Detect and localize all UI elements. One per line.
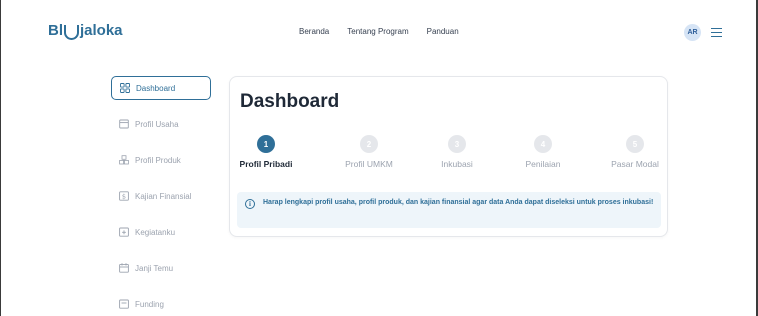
- step-number: 2: [360, 135, 378, 153]
- step-number: 3: [448, 135, 466, 153]
- step-number: 1: [257, 135, 275, 153]
- top-navbar: Bl jaloka Beranda Tentang Program Pandua…: [1, 0, 756, 62]
- sidebar-item-kegiatanku[interactable]: Kegiatanku: [111, 220, 211, 244]
- dollar-icon: $: [119, 191, 129, 201]
- svg-text:$: $: [122, 193, 126, 201]
- nav-beranda[interactable]: Beranda: [299, 27, 329, 36]
- step-label: Inkubasi: [441, 159, 473, 169]
- step-label: Pasar Modal: [611, 159, 659, 169]
- sidebar-item-funding[interactable]: Funding: [111, 292, 211, 316]
- sidebar-item-profil-produk[interactable]: Profil Produk: [111, 148, 211, 172]
- funding-icon: [119, 299, 129, 309]
- step-profil-pribadi[interactable]: 1 Profil Pribadi: [238, 135, 294, 169]
- sidebar-item-label: Profil Usaha: [135, 119, 179, 129]
- sidebar-item-label: Janji Temu: [135, 263, 174, 273]
- logo-mark-icon: [64, 25, 79, 40]
- sidebar-item-kajian-finansial[interactable]: $ Kajian Finansial: [111, 184, 211, 208]
- boxes-icon: [119, 155, 129, 165]
- calendar-plus-icon: [119, 227, 129, 237]
- step-penilaian[interactable]: 4 Penilaian: [521, 135, 565, 169]
- user-avatar[interactable]: AR: [684, 24, 701, 41]
- step-label: Penilaian: [525, 159, 561, 169]
- calendar-icon: [119, 263, 129, 273]
- step-number: 5: [626, 135, 644, 153]
- step-label: Profil UMKM: [345, 159, 393, 169]
- logo-prefix: Bl: [48, 22, 63, 39]
- step-label: Profil Pribadi: [239, 159, 293, 169]
- nav-tentang-program[interactable]: Tentang Program: [347, 27, 408, 36]
- sidebar-item-label: Kegiatanku: [135, 227, 176, 237]
- sidebar-item-label: Kajian Finansial: [135, 191, 192, 201]
- step-pasar-modal[interactable]: 5 Pasar Modal: [609, 135, 661, 169]
- sidebar-item-dashboard[interactable]: Dashboard: [111, 76, 211, 100]
- logo-suffix: jaloka: [80, 22, 123, 39]
- store-icon: [119, 119, 129, 129]
- step-inkubasi[interactable]: 3 Inkubasi: [437, 135, 477, 169]
- step-profil-umkm[interactable]: 2 Profil UMKM: [341, 135, 397, 169]
- sidebar-item-profil-usaha[interactable]: Profil Usaha: [111, 112, 211, 136]
- sidebar-item-label: Dashboard: [136, 83, 176, 93]
- dashboard-card: Dashboard 1 Profil Pribadi 2 Profil UMKM…: [229, 76, 668, 237]
- sidebar: Dashboard Profil Usaha Profil Produk $ K…: [111, 76, 211, 316]
- info-icon: i: [245, 199, 255, 209]
- grid-icon: [120, 83, 130, 93]
- nav-panduan[interactable]: Panduan: [427, 27, 459, 36]
- sidebar-item-label: Funding: [135, 299, 164, 309]
- hamburger-icon[interactable]: [711, 28, 722, 37]
- progress-stepper: 1 Profil Pribadi 2 Profil UMKM 3 Inkubas…: [230, 135, 669, 175]
- page-title: Dashboard: [240, 91, 340, 112]
- sidebar-item-label: Profil Produk: [135, 155, 181, 165]
- main-nav: Beranda Tentang Program Panduan: [299, 27, 459, 36]
- brand-logo[interactable]: Bl jaloka: [48, 22, 123, 40]
- alert-text: Harap lengkapi profil usaha, profil prod…: [263, 199, 654, 206]
- sidebar-item-janji-temu[interactable]: Janji Temu: [111, 256, 211, 280]
- info-alert: i Harap lengkapi profil usaha, profil pr…: [237, 192, 661, 228]
- step-number: 4: [534, 135, 552, 153]
